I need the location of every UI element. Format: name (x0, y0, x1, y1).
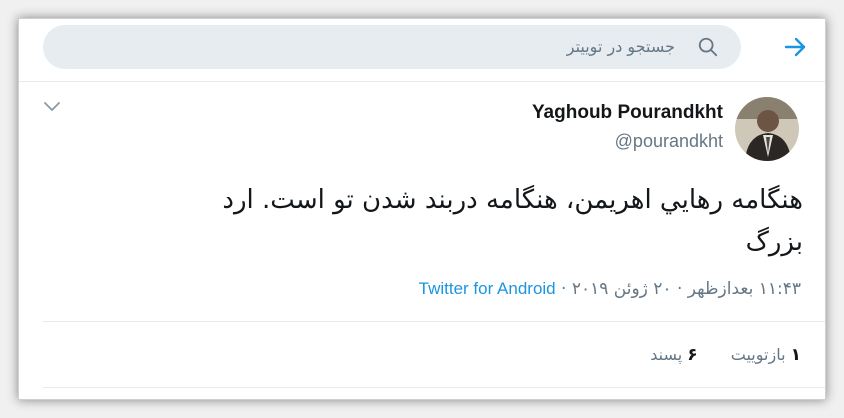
tweet-stats: ۱ بازتوییت ۶ پسند (622, 345, 801, 365)
tweet-date[interactable]: ۲۰ ژوئن ۲۰۱۹ (572, 279, 672, 299)
meta-separator: · (561, 279, 567, 299)
tweet-meta: ۱۱:۴۳ بعدازظهر · ۲۰ ژوئن ۲۰۱۹ · Twitter … (419, 279, 801, 299)
tweet-source-link[interactable]: Twitter for Android (419, 279, 556, 298)
tweet-window: جستجو در توییتر Yaghoub Pourandkht @pour… (18, 18, 826, 400)
author-handle[interactable]: @pourandkht (615, 131, 723, 152)
likes-count: ۶ (687, 345, 698, 365)
retweets-label: بازتوییت (730, 345, 786, 364)
tweet-text: هنگامه رهايي اهريمن، هنگامه دربند شدن تو… (63, 179, 803, 263)
chevron-down-icon[interactable] (43, 101, 61, 113)
avatar[interactable] (735, 97, 799, 161)
divider (43, 321, 825, 322)
retweets-stat[interactable]: ۱ بازتوییت (731, 345, 801, 365)
tweet-text-line: بزرگ (745, 227, 803, 257)
search-icon (698, 37, 718, 57)
search-bar[interactable]: جستجو در توییتر (43, 25, 741, 69)
tweet-text-line: هنگامه رهايي اهريمن، هنگامه دربند شدن تو… (222, 185, 803, 215)
meta-separator: · (676, 279, 683, 299)
back-arrow-icon[interactable] (783, 35, 807, 59)
likes-label: پسند (650, 345, 683, 364)
author-name[interactable]: Yaghoub Pourandkht (532, 102, 723, 124)
search-input[interactable]: جستجو در توییتر (567, 37, 675, 56)
divider (43, 387, 825, 388)
top-bar: جستجو در توییتر (19, 19, 825, 82)
likes-stat[interactable]: ۶ پسند (650, 345, 697, 365)
tweet-time[interactable]: ۱۱:۴۳ بعدازظهر (688, 279, 801, 299)
retweets-count: ۱ (790, 345, 801, 365)
